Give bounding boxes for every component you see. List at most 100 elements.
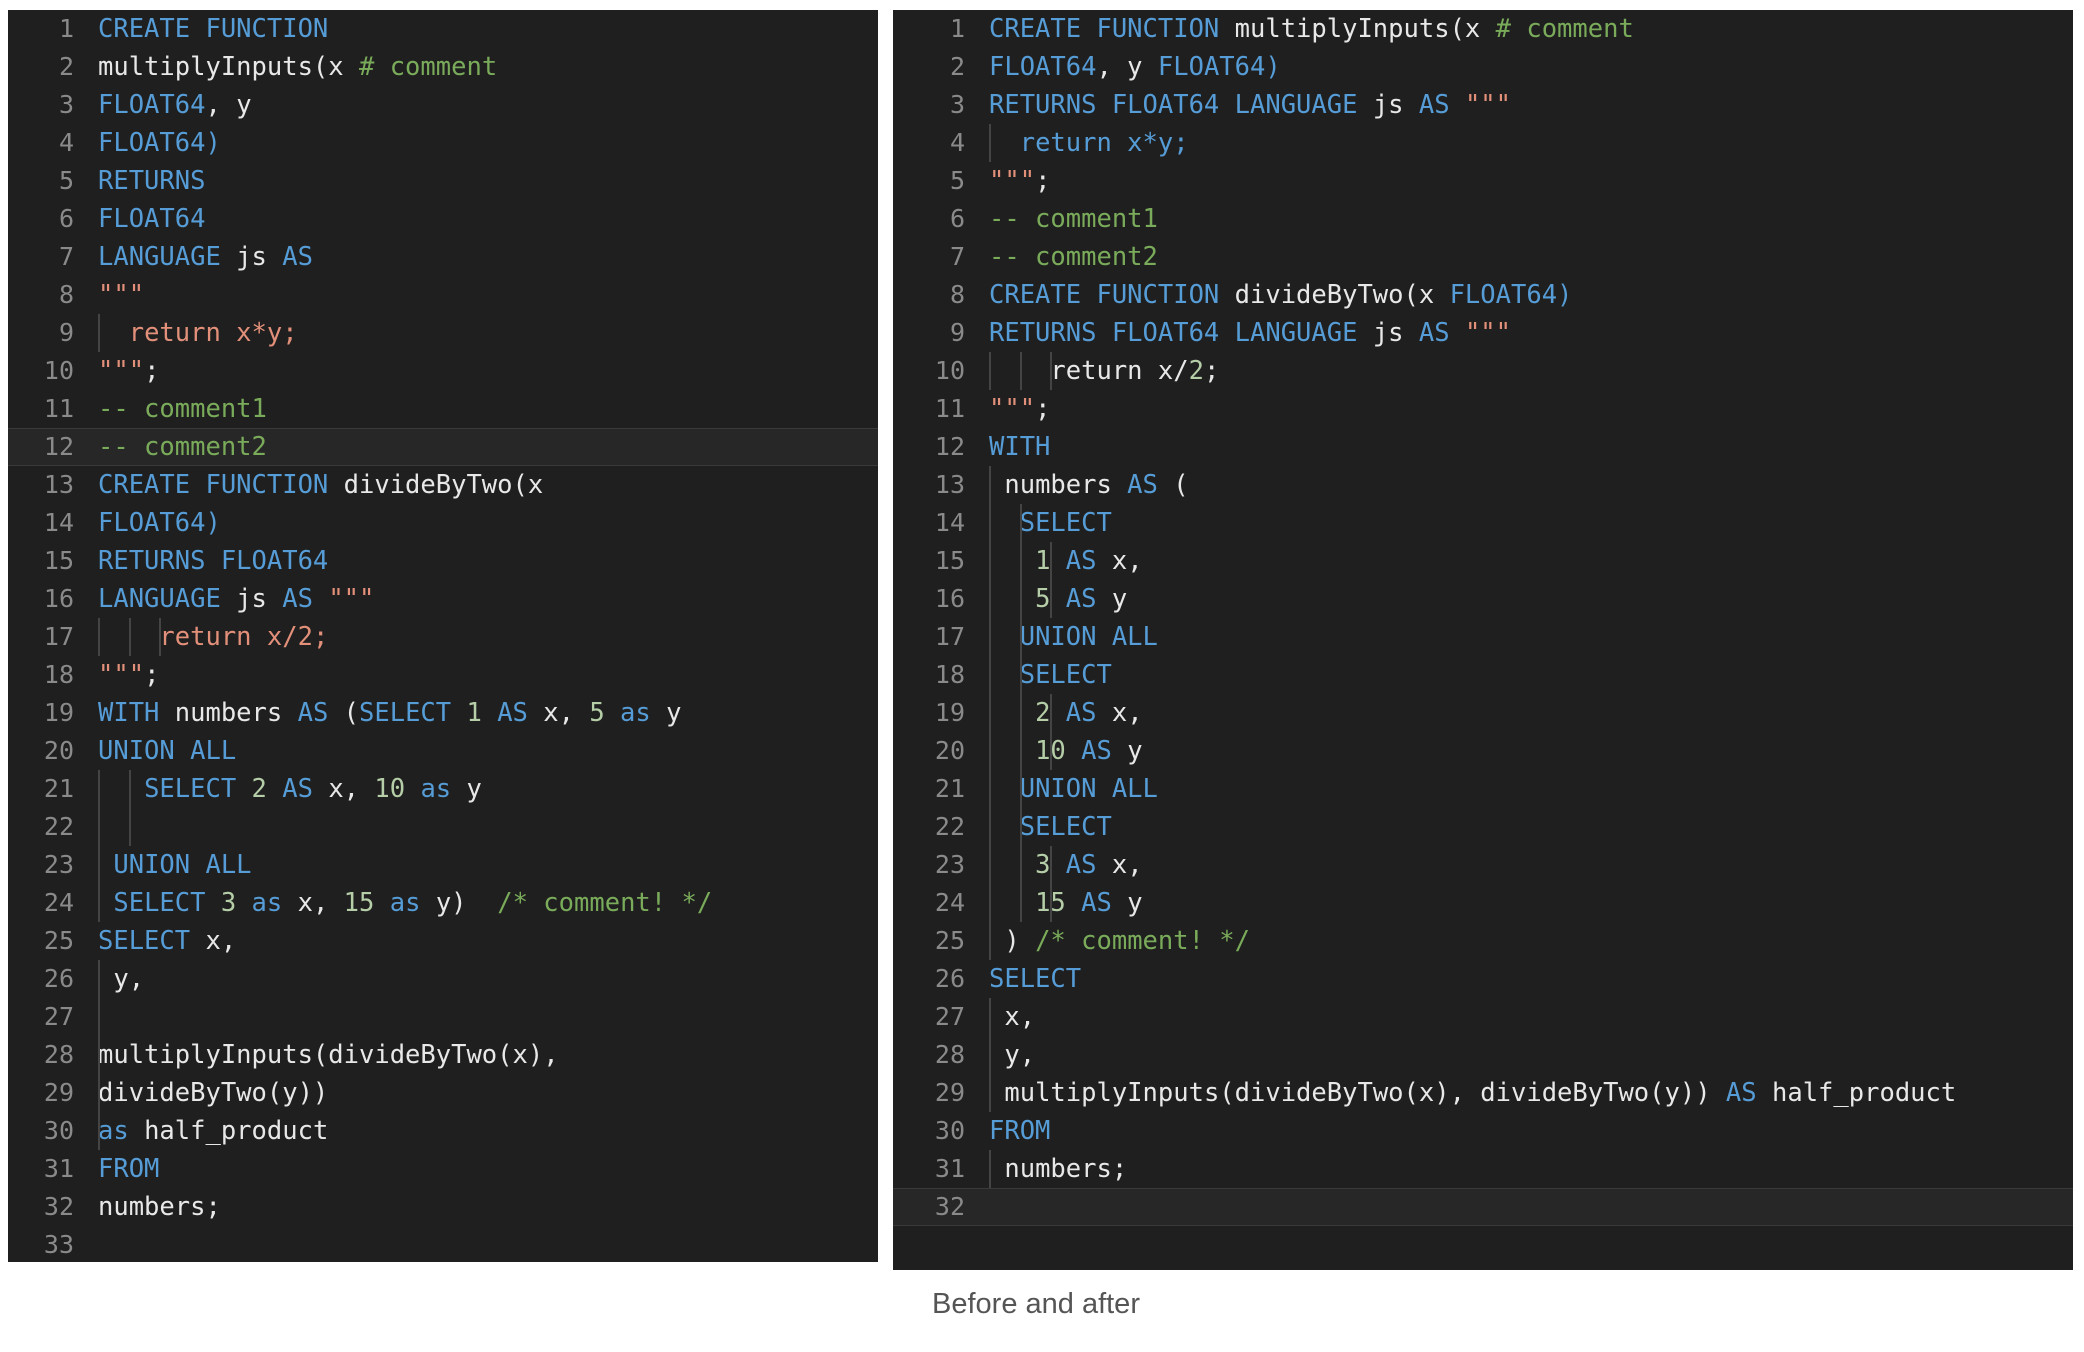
code-line[interactable]: 20 10 AS y	[893, 732, 2073, 770]
code-line[interactable]: 31 FROM	[8, 1150, 878, 1188]
code-line[interactable]: 11 -- comment1	[8, 390, 878, 428]
code-line[interactable]: 18 SELECT	[893, 656, 2073, 694]
code-line[interactable]: 19 WITH numbers AS (SELECT 1 AS x, 5 as y	[8, 694, 878, 732]
code-line[interactable]: 7 LANGUAGE js AS	[8, 238, 878, 276]
code-line[interactable]: 31 numbers;	[893, 1150, 2073, 1188]
code-line[interactable]: 9 return x*y;	[8, 314, 878, 352]
code-line[interactable]: 4 return x*y;	[893, 124, 2073, 162]
code-line[interactable]: 10 """;	[8, 352, 878, 390]
code-line[interactable]: 24 SELECT 3 as x, 15 as y) /* comment! *…	[8, 884, 878, 922]
code-token-kw: LANGUAGE	[98, 242, 237, 272]
code-line[interactable]: 1 CREATE FUNCTION multiplyInputs(x # comm…	[893, 10, 2073, 48]
indent-guide	[1019, 504, 1022, 542]
code-line[interactable]: 8 CREATE FUNCTION divideByTwo(x FLOAT64)	[893, 276, 2073, 314]
code-line[interactable]: 21 SELECT 2 AS x, 10 as y	[8, 770, 878, 808]
code-line[interactable]: 2 multiplyInputs(x # comment	[8, 48, 878, 86]
line-number: 32	[934, 1192, 965, 1221]
code-line[interactable]: 27	[8, 998, 878, 1036]
code-line[interactable]: 2 FLOAT64, y FLOAT64)	[893, 48, 2073, 86]
code-line[interactable]: 12 -- comment2	[8, 428, 878, 466]
code-token-kw: SELECT	[359, 698, 467, 728]
code-editor-after[interactable]: 1 CREATE FUNCTION multiplyInputs(x # comm…	[893, 10, 2073, 1270]
code-token-kw: as	[405, 774, 467, 804]
code-line[interactable]: 17 return x/2;	[8, 618, 878, 656]
code-editor-before[interactable]: 1 CREATE FUNCTION 2 multiplyInputs(x # comm…	[8, 10, 878, 1262]
code-line-text: SELECT 2 AS x, 10 as y	[74, 770, 878, 808]
code-line[interactable]: 33	[8, 1226, 878, 1262]
code-line[interactable]: 27 x,	[893, 998, 2073, 1036]
code-line[interactable]: 19 2 AS x,	[893, 694, 2073, 732]
code-line-text: CREATE FUNCTION	[74, 10, 878, 48]
code-line[interactable]: 6 FLOAT64	[8, 200, 878, 238]
code-line[interactable]: 29 multiplyInputs(divideByTwo(x), divide…	[893, 1074, 2073, 1112]
code-token-com: /* comment! */	[497, 888, 713, 918]
code-line[interactable]: 25 SELECT x,	[8, 922, 878, 960]
code-line[interactable]: 14 SELECT	[893, 504, 2073, 542]
code-line[interactable]: 1 CREATE FUNCTION	[8, 10, 878, 48]
code-line[interactable]: 10 return x/2;	[893, 352, 2073, 390]
code-line[interactable]: 9 RETURNS FLOAT64 LANGUAGE js AS """	[893, 314, 2073, 352]
figure-caption-text: Before and after	[932, 1288, 1140, 1320]
code-line[interactable]: 14 FLOAT64)	[8, 504, 878, 542]
code-line[interactable]: 4 FLOAT64)	[8, 124, 878, 162]
code-line[interactable]: 21 UNION ALL	[893, 770, 2073, 808]
code-lines-after: 1 CREATE FUNCTION multiplyInputs(x # comm…	[893, 10, 2073, 1226]
code-line[interactable]: 23 3 AS x,	[893, 846, 2073, 884]
code-line[interactable]: 30 as half_product	[8, 1112, 878, 1150]
code-line[interactable]: 16 5 AS y	[893, 580, 2073, 618]
code-line[interactable]: 32	[893, 1188, 2073, 1226]
code-line[interactable]: 24 15 AS y	[893, 884, 2073, 922]
code-line[interactable]: 17 UNION ALL	[893, 618, 2073, 656]
code-line-text: CREATE FUNCTION multiplyInputs(x # comme…	[965, 10, 2073, 48]
code-line[interactable]: 22 SELECT	[893, 808, 2073, 846]
code-line[interactable]: 8 """	[8, 276, 878, 314]
code-line[interactable]: 13 CREATE FUNCTION divideByTwo(x	[8, 466, 878, 504]
code-line[interactable]: 3 FLOAT64, y	[8, 86, 878, 124]
code-token-id: x,	[1004, 1002, 1036, 1032]
line-number: 5	[949, 166, 965, 195]
code-line[interactable]: 20 UNION ALL	[8, 732, 878, 770]
code-line[interactable]: 15 RETURNS FLOAT64	[8, 542, 878, 580]
code-line[interactable]: 6 -- comment1	[893, 200, 2073, 238]
code-token-kw: SELECT	[1019, 508, 1112, 538]
code-token-str: """	[989, 166, 1036, 196]
line-number: 17	[43, 622, 74, 651]
code-line[interactable]: 26 SELECT	[893, 960, 2073, 998]
code-token-id: ,	[205, 90, 237, 120]
code-line[interactable]: 29 divideByTwo(y))	[8, 1074, 878, 1112]
code-line[interactable]: 15 1 AS x,	[893, 542, 2073, 580]
code-line[interactable]: 32 numbers;	[8, 1188, 878, 1226]
code-line[interactable]: 16 LANGUAGE js AS """	[8, 580, 878, 618]
code-token-com: # comment	[359, 52, 498, 82]
code-line[interactable]: 28 multiplyInputs(divideByTwo(x),	[8, 1036, 878, 1074]
code-line[interactable]: 22	[8, 808, 878, 846]
line-number: 30	[934, 1116, 965, 1145]
code-line[interactable]: 5 """;	[893, 162, 2073, 200]
code-line[interactable]: 26 y,	[8, 960, 878, 998]
code-line[interactable]: 3 RETURNS FLOAT64 LANGUAGE js AS """	[893, 86, 2073, 124]
code-token-id: x,	[1111, 850, 1143, 880]
code-line[interactable]: 18 """;	[8, 656, 878, 694]
indent-guide	[1050, 580, 1053, 618]
code-line[interactable]: 23 UNION ALL	[8, 846, 878, 884]
code-token-id: js	[1372, 90, 1404, 120]
code-line-text: 3 AS x,	[965, 846, 2073, 884]
code-line-text: """;	[74, 656, 878, 694]
code-line[interactable]: 12 WITH	[893, 428, 2073, 466]
line-number: 31	[43, 1154, 74, 1183]
code-line[interactable]: 30 FROM	[893, 1112, 2073, 1150]
code-line[interactable]: 7 -- comment2	[893, 238, 2073, 276]
indent-guide	[98, 1112, 100, 1150]
code-token-num: 3	[1035, 850, 1051, 880]
code-line-text: multiplyInputs(divideByTwo(x), divideByT…	[965, 1074, 2073, 1112]
code-line[interactable]: 11 """;	[893, 390, 2073, 428]
code-line-text: 15 AS y	[965, 884, 2073, 922]
code-line[interactable]: 25 ) /* comment! */	[893, 922, 2073, 960]
code-line[interactable]: 5 RETURNS	[8, 162, 878, 200]
code-token-id: y,	[113, 964, 145, 994]
code-line[interactable]: 13 numbers AS (	[893, 466, 2073, 504]
code-line[interactable]: 28 y,	[893, 1036, 2073, 1074]
indent-guide	[989, 922, 991, 960]
code-token-id: js	[236, 584, 267, 614]
